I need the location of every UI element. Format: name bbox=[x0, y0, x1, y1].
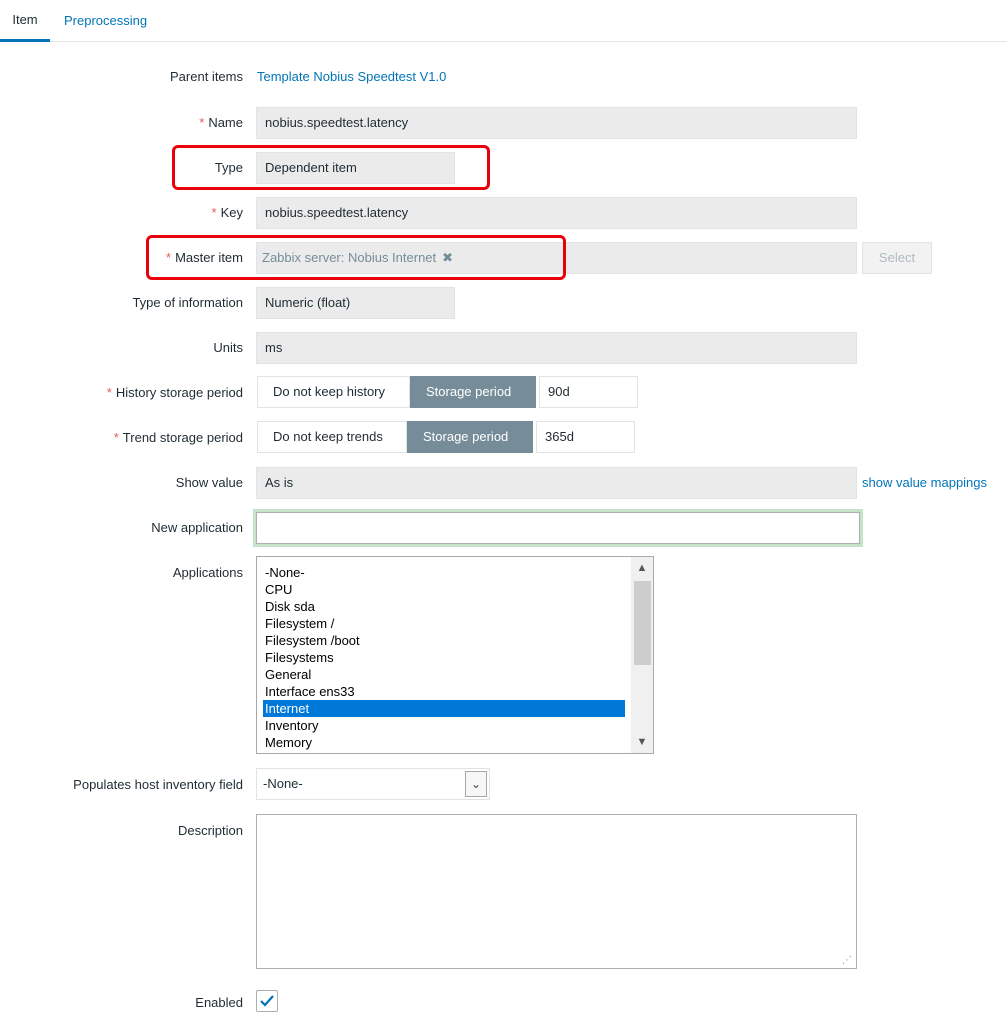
listbox-scrollbar[interactable]: ▲ ▼ bbox=[631, 557, 653, 753]
description-textarea[interactable]: ⋰ bbox=[256, 814, 857, 969]
list-item[interactable]: Filesystems bbox=[263, 649, 625, 666]
inventory-field-select[interactable]: -None- ⌄ bbox=[256, 768, 490, 800]
trend-storage-label: * Trend storage period bbox=[113, 430, 243, 445]
new-application-label: New application bbox=[151, 520, 243, 535]
trend-period-input[interactable]: 365d bbox=[536, 421, 635, 453]
item-form-page: Item Preprocessing Parent items Template… bbox=[0, 0, 1007, 1024]
list-item[interactable]: Disk sda bbox=[263, 598, 625, 615]
tab-item[interactable]: Item bbox=[0, 0, 50, 42]
scroll-down-icon[interactable]: ▼ bbox=[631, 733, 653, 751]
name-label: * Name bbox=[199, 115, 243, 130]
description-label: Description bbox=[177, 823, 243, 838]
enabled-label: Enabled bbox=[195, 995, 243, 1010]
tab-bar: Item Preprocessing bbox=[0, 0, 1007, 42]
list-item[interactable]: Filesystem /boot bbox=[263, 632, 625, 649]
units-label: Units bbox=[213, 340, 243, 355]
key-input[interactable]: nobius.speedtest.latency bbox=[256, 197, 857, 229]
list-item[interactable]: Interface ens33 bbox=[263, 683, 625, 700]
tab-preprocessing[interactable]: Preprocessing bbox=[64, 0, 147, 42]
new-application-focus-ring bbox=[253, 509, 863, 547]
type-of-information-select[interactable]: Numeric (float) bbox=[256, 287, 455, 319]
history-period-input[interactable]: 90d bbox=[539, 376, 638, 408]
scrollbar-thumb[interactable] bbox=[634, 581, 651, 665]
applications-listbox[interactable]: -None- CPU Disk sda Filesystem / Filesys… bbox=[256, 556, 654, 754]
resize-grip-icon[interactable]: ⋰ bbox=[842, 955, 852, 966]
list-item[interactable]: Filesystem / bbox=[263, 615, 625, 632]
parent-items-label: Parent items bbox=[170, 69, 243, 84]
list-item[interactable]: Inventory bbox=[263, 717, 625, 734]
required-mark: * bbox=[199, 115, 205, 130]
checkmark-icon bbox=[260, 995, 274, 1007]
name-input[interactable]: nobius.speedtest.latency bbox=[256, 107, 857, 139]
new-application-input[interactable] bbox=[256, 512, 860, 544]
enabled-checkbox[interactable] bbox=[256, 990, 278, 1012]
inventory-field-value: -None- bbox=[263, 776, 303, 791]
select-button[interactable]: Select bbox=[862, 242, 932, 274]
chevron-down-icon[interactable]: ⌄ bbox=[465, 771, 487, 797]
trend-storage-period-button[interactable]: Storage period bbox=[407, 421, 533, 453]
inventory-field-label: Populates host inventory field bbox=[73, 777, 243, 792]
type-highlight-box bbox=[172, 145, 490, 190]
key-label: * Key bbox=[211, 205, 243, 220]
type-of-information-label: Type of information bbox=[132, 295, 243, 310]
master-item-highlight-box bbox=[146, 235, 566, 280]
applications-label: Applications bbox=[172, 565, 243, 580]
trend-do-not-keep-button[interactable]: Do not keep trends bbox=[257, 421, 407, 453]
parent-items-link[interactable]: Template Nobius Speedtest V1.0 bbox=[257, 69, 446, 84]
history-do-not-keep-button[interactable]: Do not keep history bbox=[257, 376, 410, 408]
show-value-select[interactable]: As is bbox=[256, 467, 857, 499]
history-storage-label: * History storage period bbox=[106, 385, 243, 400]
list-item[interactable]: Memory bbox=[263, 734, 625, 751]
list-item[interactable]: CPU bbox=[263, 581, 625, 598]
show-value-label: Show value bbox=[175, 475, 243, 490]
list-item[interactable]: -None- bbox=[263, 564, 625, 581]
show-value-mappings-link[interactable]: show value mappings bbox=[862, 475, 987, 490]
history-storage-period-button[interactable]: Storage period bbox=[410, 376, 536, 408]
list-item-selected[interactable]: Internet bbox=[263, 700, 625, 717]
units-input[interactable]: ms bbox=[256, 332, 857, 364]
scroll-up-icon[interactable]: ▲ bbox=[631, 559, 653, 577]
list-item[interactable]: General bbox=[263, 666, 625, 683]
